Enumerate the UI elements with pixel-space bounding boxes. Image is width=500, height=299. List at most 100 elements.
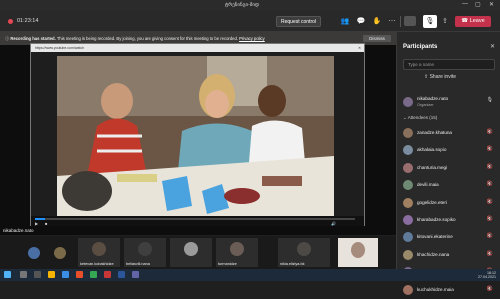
attendee-name: kuchukhidze.maia xyxy=(417,286,454,292)
video-frame-image xyxy=(57,56,334,218)
list-item[interactable]: chanturia.megi 🔇 xyxy=(403,160,495,177)
avatar xyxy=(403,232,413,243)
video-tile[interactable] xyxy=(170,238,212,267)
mic-muted-icon: 🔇 xyxy=(486,285,493,292)
dismiss-button[interactable]: Dismiss xyxy=(363,35,391,42)
system-tray[interactable]: 18:12 27.04.2021 xyxy=(440,271,496,279)
tile-name: ketevan.kobakhidze xyxy=(80,262,114,266)
attendees-count: Attendees (15) xyxy=(407,115,438,120)
participants-icon[interactable]: 👥 xyxy=(339,17,351,26)
seek-bar[interactable] xyxy=(35,218,355,220)
raise-hand-icon[interactable]: ✋ xyxy=(371,17,383,26)
attendee-name: zanadze.khatuna xyxy=(417,130,452,135)
close-panel-icon[interactable]: ✕ xyxy=(490,43,495,50)
panel-title: Participants xyxy=(403,44,438,50)
task-view-icon[interactable] xyxy=(34,271,41,278)
video-tile[interactable] xyxy=(52,238,72,267)
stop-icon[interactable]: ■ xyxy=(45,221,47,226)
word-icon[interactable] xyxy=(118,271,125,278)
meeting-toolbar: 01:23:14 Request control 👥 💬 ✋ ⋯ 🎙 ⇪ ☎ L… xyxy=(0,11,500,32)
mic-muted-icon: 🔇 xyxy=(486,129,493,135)
mic-muted-icon[interactable]: 🎙 xyxy=(423,15,437,28)
avatar xyxy=(351,242,365,258)
player-controls: ▶ ■ 🔊 xyxy=(31,216,364,226)
request-control-button[interactable]: Request control xyxy=(276,16,321,27)
banner-text: This meeting is being recorded. By joini… xyxy=(56,36,238,41)
edge-icon[interactable] xyxy=(62,271,69,278)
app-icon[interactable] xyxy=(104,271,111,278)
camera-off-icon[interactable] xyxy=(404,16,416,26)
share-screen-icon[interactable]: ⇪ xyxy=(442,17,448,25)
participant-search-input[interactable]: Type a name xyxy=(403,59,495,70)
attendee-name: kitovani.ekaterine xyxy=(417,234,453,240)
avatar xyxy=(230,242,244,256)
tile-name: nikia.eliziya.bk xyxy=(280,262,305,266)
more-actions-icon[interactable]: ⋯ xyxy=(386,17,398,26)
avatar xyxy=(403,197,413,208)
attendees-section-header[interactable]: ⌄ Attendees (15) xyxy=(403,115,437,121)
maximize-icon[interactable]: ▢ xyxy=(475,1,481,8)
list-item[interactable]: kharabadze.sopiko 🔇 xyxy=(403,212,495,229)
list-item[interactable]: khachidze.nana 🔇 xyxy=(403,247,495,264)
player-close-icon: ✕ xyxy=(358,46,361,50)
mic-muted-icon: 🔇 xyxy=(486,215,493,222)
organizer-role: Organizer xyxy=(417,103,434,107)
avatar xyxy=(297,242,311,256)
avatar xyxy=(403,97,413,107)
windows-taskbar: 18:12 27.04.2021 xyxy=(0,269,500,281)
organizer-row[interactable]: nikabadze.nato Organizer 🎙 xyxy=(403,95,495,113)
presenter-name: nikabadze.nato xyxy=(3,228,34,233)
avatar xyxy=(28,247,40,259)
play-icon[interactable]: ▶ xyxy=(35,221,38,226)
list-item[interactable]: gogelidze.eteri 🔇 xyxy=(403,195,495,212)
app-icon[interactable] xyxy=(76,271,83,278)
list-item[interactable]: akhalaia.sopio 🔇 xyxy=(403,142,495,159)
chat-icon[interactable]: 💬 xyxy=(355,17,367,26)
mic-muted-icon: 🔇 xyxy=(486,163,493,170)
video-tile[interactable]: turmanidze xyxy=(216,238,258,267)
avatar xyxy=(54,247,66,259)
privacy-policy-link[interactable]: Privacy policy xyxy=(239,36,265,41)
minimize-icon[interactable]: — xyxy=(462,1,468,7)
leave-phone-icon: ☎ xyxy=(461,18,470,24)
video-tile[interactable] xyxy=(338,238,378,267)
banner-bold-text: Recording has started. xyxy=(10,36,56,41)
attendee-name: gogelidze.eteri xyxy=(417,199,447,205)
avatar xyxy=(403,249,413,260)
video-tile[interactable] xyxy=(26,238,46,267)
avatar xyxy=(403,284,413,295)
avatar xyxy=(184,242,198,256)
seek-bar-fill xyxy=(35,218,45,220)
chrome-icon[interactable] xyxy=(90,271,97,278)
list-item[interactable]: kitovani.ekaterine 🔇 xyxy=(403,229,495,246)
video-tile[interactable]: ketevan.kobakhidze xyxy=(78,238,120,267)
clock-date: 27.04.2021 xyxy=(478,275,496,279)
list-item[interactable]: kuchukhidze.maia 🔇 xyxy=(403,282,495,299)
leave-button[interactable]: ☎ Leave xyxy=(455,16,491,27)
mic-muted-icon: 🔇 xyxy=(486,198,493,205)
media-player-window: https://www.youtube.com/watch ✕ ▶ ■ 🔊 xyxy=(30,43,365,226)
attendee-name: kharabadze.sopiko xyxy=(417,216,456,222)
video-tiles-strip: ketevan.kobakhidze beliasvili.nana turma… xyxy=(0,236,396,269)
teams-icon[interactable] xyxy=(132,271,139,278)
attendee-name: khachidze.nana xyxy=(417,251,450,257)
search-icon[interactable] xyxy=(20,271,27,278)
list-item[interactable]: zanadze.khatuna 🔇 xyxy=(403,125,495,142)
close-window-icon[interactable]: ✕ xyxy=(489,1,494,8)
tile-name: beliasvili.nana xyxy=(126,262,150,266)
leave-label: Leave xyxy=(469,18,485,24)
avatar xyxy=(403,162,413,173)
participants-panel: Participants ✕ Type a name ⇧ Share invit… xyxy=(396,32,500,295)
avatar xyxy=(138,242,152,256)
attendee-name: akhalaia.sopio xyxy=(417,147,447,153)
tile-name: turmanidze xyxy=(218,262,237,266)
share-invite-label: Share invite xyxy=(429,74,456,80)
video-tile[interactable]: nikia.eliziya.bk xyxy=(278,238,330,267)
volume-icon[interactable]: 🔊 xyxy=(331,221,336,226)
mic-muted-icon: 🔇 xyxy=(486,146,493,153)
share-invite-button[interactable]: ⇧ Share invite xyxy=(424,74,456,80)
list-item[interactable]: devili.maia 🔇 xyxy=(403,177,495,194)
start-icon[interactable] xyxy=(4,271,11,278)
file-explorer-icon[interactable] xyxy=(48,271,55,278)
video-tile[interactable]: beliasvili.nana xyxy=(124,238,166,267)
